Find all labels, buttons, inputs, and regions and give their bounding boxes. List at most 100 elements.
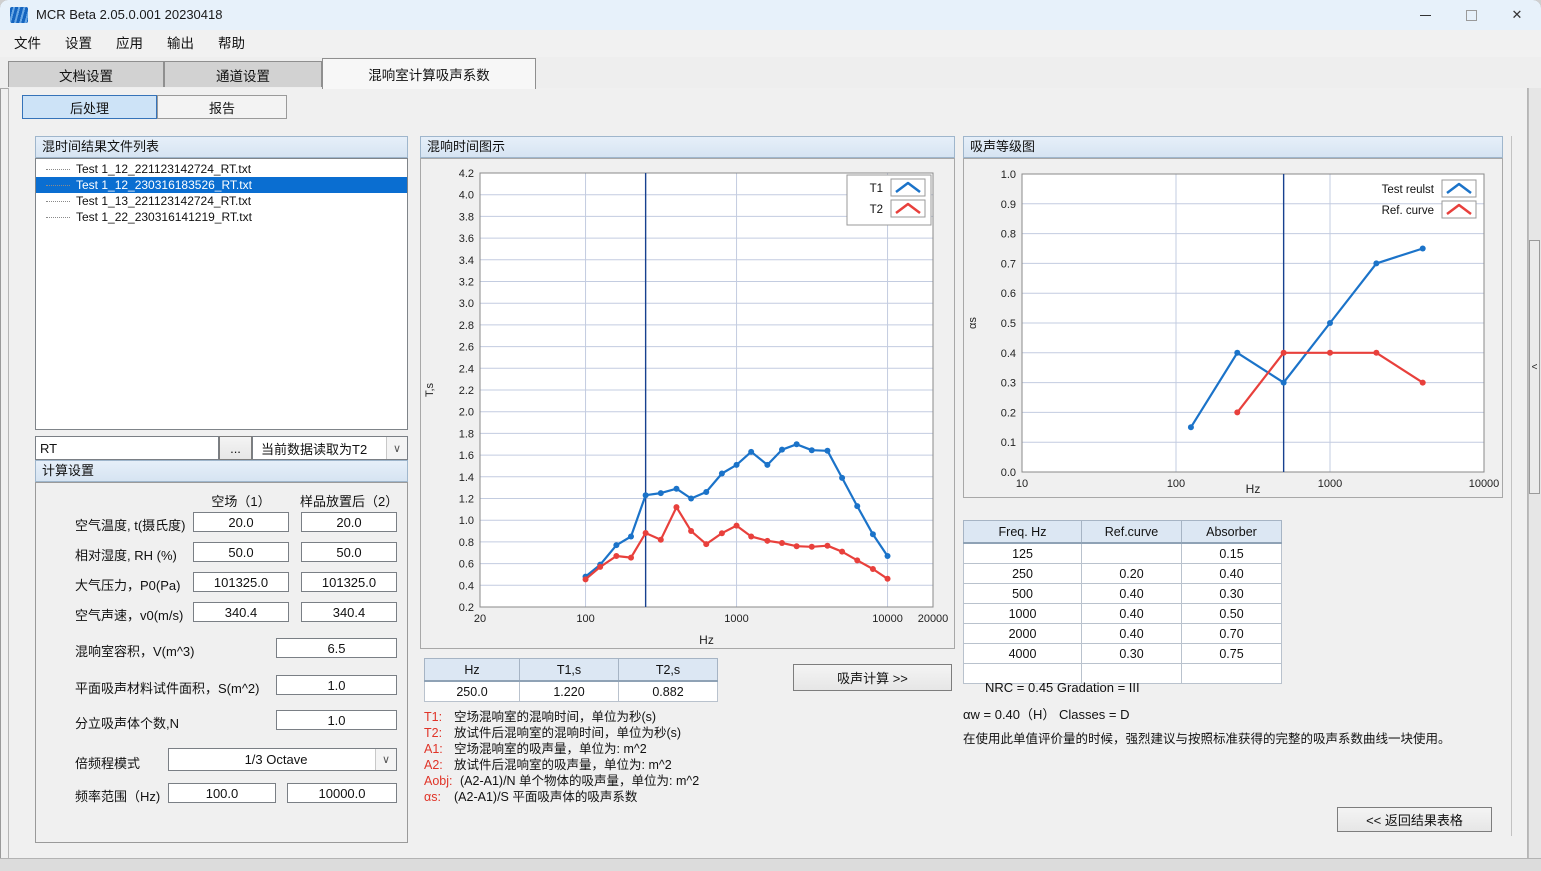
air-temp-field-1[interactable] bbox=[193, 512, 289, 532]
svg-text:0.6: 0.6 bbox=[1001, 288, 1016, 300]
tree-branch-icon bbox=[46, 200, 70, 202]
minimize-button[interactable] bbox=[1402, 0, 1448, 30]
tree-branch-icon bbox=[46, 184, 70, 186]
menu-settings[interactable]: 设置 bbox=[53, 30, 104, 57]
svg-text:T2: T2 bbox=[870, 204, 883, 216]
svg-text:0.2: 0.2 bbox=[1001, 407, 1016, 419]
room-volume-label: 混响室容积，V(m^3) bbox=[75, 641, 195, 660]
svg-text:0.1: 0.1 bbox=[1001, 437, 1016, 449]
aw-result: αw = 0.40（H） Classes = D bbox=[963, 704, 1129, 723]
svg-text:100: 100 bbox=[576, 613, 594, 625]
subtab-report[interactable]: 报告 bbox=[157, 95, 287, 119]
svg-text:10000: 10000 bbox=[1469, 478, 1500, 490]
svg-text:0.8: 0.8 bbox=[459, 537, 474, 549]
tab-channel-settings[interactable]: 通道设置 bbox=[164, 61, 322, 87]
svg-text:0.2: 0.2 bbox=[459, 602, 474, 614]
svg-text:20: 20 bbox=[474, 613, 486, 625]
table-row: 40000.300.75 bbox=[964, 644, 1282, 664]
col-header-with-sample: 样品放置后（2） bbox=[300, 491, 397, 510]
collapse-panel-button[interactable]: < bbox=[1529, 240, 1540, 494]
svg-text:0.3: 0.3 bbox=[1001, 378, 1016, 390]
tree-branch-icon bbox=[46, 216, 70, 218]
svg-text:100: 100 bbox=[1167, 478, 1185, 490]
file-item[interactable]: Test 1_13_221123142724_RT.txt bbox=[36, 193, 407, 209]
abs-chart-header: 吸声等级图 bbox=[963, 136, 1503, 158]
svg-text:0.8: 0.8 bbox=[1001, 229, 1016, 241]
panel-divider bbox=[1511, 136, 1512, 836]
svg-text:0.4: 0.4 bbox=[459, 580, 474, 592]
return-results-button[interactable]: << 返回结果表格 bbox=[1337, 807, 1492, 832]
table-row: 10000.400.50 bbox=[964, 604, 1282, 624]
octave-mode-dropdown[interactable]: 1/3 Octave ∨ bbox=[168, 748, 397, 771]
reverb-time-chart[interactable]: 0.20.40.60.81.01.21.41.61.82.02.22.42.62… bbox=[421, 159, 954, 648]
svg-text:4.0: 4.0 bbox=[459, 190, 474, 202]
octave-mode-label: 倍频程模式 bbox=[75, 753, 140, 772]
absorber-count-field[interactable] bbox=[276, 710, 397, 730]
absorption-calc-button[interactable]: 吸声计算 >> bbox=[793, 664, 952, 691]
data-read-dropdown[interactable]: 当前数据读取为T2 ∨ bbox=[252, 436, 408, 460]
tab-document-settings[interactable]: 文档设置 bbox=[8, 61, 164, 87]
svg-text:T,s: T,s bbox=[424, 382, 436, 397]
maximize-button[interactable] bbox=[1448, 0, 1494, 30]
file-item[interactable]: Test 1_22_230316141219_RT.txt bbox=[36, 209, 407, 225]
rt-name-input[interactable] bbox=[35, 436, 219, 460]
svg-text:2.4: 2.4 bbox=[459, 363, 474, 375]
svg-text:1.6: 1.6 bbox=[459, 450, 474, 462]
svg-text:2.6: 2.6 bbox=[459, 342, 474, 354]
sample-area-label: 平面吸声材料试件面积，S(m^2) bbox=[75, 678, 260, 697]
freq-min-field[interactable] bbox=[168, 783, 276, 803]
note-as: αs:(A2-A1)/S 平面吸声体的吸声系数 bbox=[424, 786, 637, 805]
absorption-grade-chart[interactable]: 0.00.10.20.30.40.50.60.70.80.91.01010010… bbox=[964, 159, 1502, 497]
table-row: 2500.200.40 bbox=[964, 564, 1282, 584]
menu-apply[interactable]: 应用 bbox=[104, 30, 155, 57]
svg-text:1.0: 1.0 bbox=[459, 515, 474, 527]
svg-text:3.8: 3.8 bbox=[459, 211, 474, 223]
svg-text:2.2: 2.2 bbox=[459, 385, 474, 397]
svg-text:4.2: 4.2 bbox=[459, 168, 474, 180]
single-value-note: 在使用此单值评价量的时候，强烈建议与按照标准获得的完整的吸声系数曲线一块使用。 bbox=[963, 728, 1451, 747]
minimize-icon bbox=[1420, 15, 1431, 16]
app-icon bbox=[10, 7, 28, 23]
tab-reverb-absorption[interactable]: 混响室计算吸声系数 bbox=[322, 58, 536, 89]
svg-text:20000: 20000 bbox=[918, 613, 949, 625]
subtab-postprocess[interactable]: 后处理 bbox=[22, 95, 157, 119]
svg-text:0.6: 0.6 bbox=[459, 559, 474, 571]
sample-area-field[interactable] bbox=[276, 675, 397, 695]
pressure-field-1[interactable] bbox=[193, 572, 289, 592]
file-item-selected[interactable]: Test 1_12_230316183526_RT.txt bbox=[36, 177, 407, 193]
humidity-field-2[interactable] bbox=[301, 542, 397, 562]
table-row: 20000.400.70 bbox=[964, 624, 1282, 644]
svg-text:1.0: 1.0 bbox=[1001, 169, 1016, 181]
freq-max-field[interactable] bbox=[287, 783, 397, 803]
pressure-label: 大气压力，P0(Pa) bbox=[75, 575, 180, 594]
title-bar: MCR Beta 2.05.0.001 20230418 ✕ bbox=[0, 0, 1541, 30]
sound-speed-label: 空气声速，v0(m/s) bbox=[75, 605, 183, 624]
menu-file[interactable]: 文件 bbox=[2, 30, 53, 57]
app-window: MCR Beta 2.05.0.001 20230418 ✕ 文件 设置 应用 … bbox=[0, 0, 1541, 871]
svg-text:1.2: 1.2 bbox=[459, 494, 474, 506]
room-volume-field[interactable] bbox=[276, 638, 397, 658]
menu-help[interactable]: 帮助 bbox=[206, 30, 257, 57]
absorber-count-label: 分立吸声体个数,N bbox=[75, 713, 179, 732]
file-item[interactable]: Test 1_12_221123142724_RT.txt bbox=[36, 161, 407, 177]
svg-text:αs: αs bbox=[967, 317, 979, 329]
browse-button[interactable]: ... bbox=[219, 436, 252, 460]
pressure-field-2[interactable] bbox=[301, 572, 397, 592]
sound-speed-field-2[interactable] bbox=[301, 602, 397, 622]
svg-text:3.4: 3.4 bbox=[459, 255, 474, 267]
col-header-empty-room: 空场（1） bbox=[193, 491, 289, 510]
chevron-down-icon: ∨ bbox=[375, 749, 396, 770]
svg-text:Hz: Hz bbox=[1246, 482, 1261, 496]
svg-text:3.0: 3.0 bbox=[459, 298, 474, 310]
menu-output[interactable]: 输出 bbox=[155, 30, 206, 57]
rt-value-table: Hz T1,s T2,s 250.0 1.220 0.882 bbox=[424, 658, 718, 702]
close-button[interactable]: ✕ bbox=[1494, 0, 1540, 30]
humidity-field-1[interactable] bbox=[193, 542, 289, 562]
table-row: 1250.15 bbox=[964, 543, 1282, 564]
sound-speed-field-1[interactable] bbox=[193, 602, 289, 622]
window-title: MCR Beta 2.05.0.001 20230418 bbox=[36, 0, 222, 30]
bottom-edge bbox=[0, 858, 1541, 871]
svg-text:0.0: 0.0 bbox=[1001, 467, 1016, 479]
air-temp-field-2[interactable] bbox=[301, 512, 397, 532]
file-list: Test 1_12_221123142724_RT.txt Test 1_12_… bbox=[35, 158, 408, 430]
